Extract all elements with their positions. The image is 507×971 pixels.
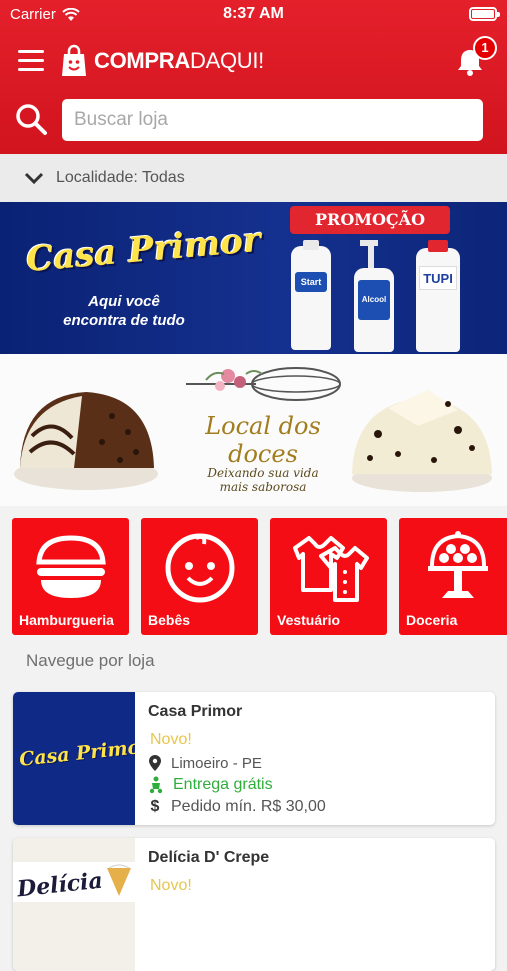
category-label: Hamburgueria [19,612,114,628]
store-name: Casa Primor [148,703,243,720]
hamburger-menu-button[interactable] [18,50,44,72]
brand-bold: COMPRA [94,48,190,73]
store-thumbnail: Delícia [13,838,135,971]
battery-icon [469,7,500,21]
baby-face-icon [165,533,234,603]
store-location: Limoeiro - PE [171,754,262,772]
category-label: Doceria [406,612,458,628]
category-vestuario[interactable]: Vestuário [270,518,387,635]
store-thumbnail-text: Casa Primor [18,735,135,771]
store-name: Delícia D' Crepe [148,849,270,866]
burger-icon [35,535,106,598]
location-pin-icon [149,755,161,771]
banner-brand: Casa Primor [24,219,263,281]
brand-wordmark: COMPRADAQUI! [94,48,264,74]
whisk-flowers-icon [186,367,341,401]
product-bottle-start: Start [291,240,331,350]
banner-subtitle-line2: mais saborosa [219,480,307,494]
banner-subtitle: Deixando sua vida mais saborosa [168,466,358,494]
brand-light: DAQUI! [189,48,264,73]
bottle-label: TUPI [419,266,457,290]
category-hamburgueria[interactable]: Hamburgueria [12,518,129,635]
status-time: 8:37 AM [223,5,284,22]
store-delivery-row: Entrega grátis [148,776,273,794]
search-icon[interactable] [14,102,48,136]
section-title-browse-stores: Navegue por loja [26,651,155,670]
banner-title: Local dos doces [205,412,321,468]
category-label: Vestuário [277,612,341,628]
banner-subtitle-line1: Deixando sua vida [207,466,319,480]
category-bebes[interactable]: Bebês [141,518,258,635]
chevron-down-icon [24,172,44,185]
category-label: Bebês [148,612,191,628]
new-badge: Novo! [150,731,192,748]
search-store-input[interactable] [62,99,483,141]
cream-cake-image [352,390,492,492]
new-badge: Novo! [150,877,192,894]
notification-count-badge: 1 [473,36,497,60]
bottle-label: Start [295,272,327,292]
shopping-bag-logo-icon [62,44,86,76]
category-carousel[interactable]: Hamburgueria Bebês Vestuário Doceria [12,518,507,636]
banner-tagline-line1: Aqui você [88,293,160,310]
crepe-cone-icon [107,864,131,896]
top-nav: COMPRADAQUI! 1 [0,36,507,88]
location-filter-label: Localidade: Todas [56,169,185,186]
app-logo: COMPRADAQUI! [60,44,264,78]
location-filter[interactable]: Localidade: Todas [0,154,507,202]
store-thumbnail: Casa Primor [13,692,135,825]
product-bottle-sanitizer: Alcool [354,240,394,352]
clothes-icon [292,536,369,602]
delivery-scooter-icon [149,776,163,794]
status-bar: Carrier 8:37 AM [0,0,507,30]
dollar-sign-icon: $ [150,798,160,815]
store-location-row: Limoeiro - PE [148,754,262,772]
store-min-order: Pedido mín. R$ 30,00 [171,798,326,815]
promo-banner-local-dos-doces[interactable]: Local dos doces Deixando sua vida mais s… [0,354,507,506]
banner-tagline-line2: encontra de tudo [63,312,185,329]
promo-label: PROMOÇÃO [290,206,450,234]
cake-stand-icon [427,531,488,598]
app-header: Carrier 8:37 AM COMPRADAQUI! 1 [0,0,507,154]
product-bottle-tupi: TUPI [416,240,460,352]
chocolate-cake-image [14,392,158,490]
store-delivery: Entrega grátis [173,776,273,793]
store-card-delicia-d-crepe[interactable]: Delícia Delícia D' Crepe Novo! [13,838,495,971]
category-doceria[interactable]: Doceria [399,518,507,635]
store-min-order-row: $ Pedido mín. R$ 30,00 [148,798,326,816]
promo-banner-casa-primor[interactable]: Casa Primor Aqui você encontra de tudo P… [0,202,507,354]
store-card-casa-primor[interactable]: Casa Primor Casa Primor Novo! Limoeiro -… [13,692,495,825]
banner-tagline: Aqui você encontra de tudo [34,292,214,330]
bottle-label: Alcool [358,280,390,320]
